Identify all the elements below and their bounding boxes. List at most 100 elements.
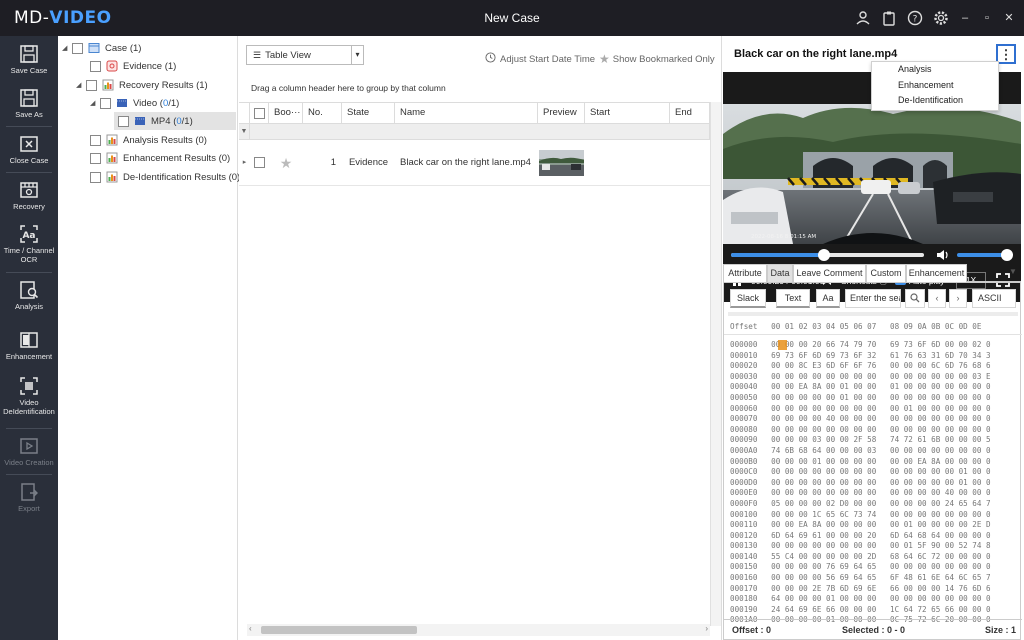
column-header-no[interactable]: No.: [303, 102, 342, 124]
hex-line[interactable]: 000000 00 00 00 20 66 74 79 70 69 73 6F …: [724, 340, 1022, 351]
hex-horizontal-scrollbar[interactable]: [728, 312, 1018, 316]
tree-node-case[interactable]: ◢ Case (1): [62, 39, 141, 57]
hex-data-lines[interactable]: 000000 00 00 00 20 66 74 79 70 69 73 6F …: [724, 340, 1022, 626]
tab-data[interactable]: Data: [767, 264, 793, 282]
volume-icon[interactable]: [936, 249, 950, 264]
filter-icon[interactable]: ▼: [239, 124, 250, 140]
hex-search-input[interactable]: Enter the sea: [845, 289, 901, 308]
column-header-preview[interactable]: Preview: [538, 102, 585, 124]
hex-line[interactable]: 000030 00 00 00 00 00 00 00 00 00 00 00 …: [724, 372, 1022, 383]
checkbox[interactable]: [90, 152, 101, 164]
hex-line[interactable]: 000140 55 C4 00 00 00 00 00 2D 68 64 6C …: [724, 552, 1022, 563]
checkbox[interactable]: [90, 171, 101, 183]
row-checkbox[interactable]: [254, 156, 265, 168]
hex-line[interactable]: 000070 00 00 00 00 40 00 00 00 00 00 00 …: [724, 414, 1022, 425]
hex-line[interactable]: 0000D0 00 00 00 00 00 00 00 00 00 00 00 …: [724, 478, 1022, 489]
tab-leave-comment[interactable]: Leave Comment: [793, 264, 866, 282]
settings-gear-icon[interactable]: [932, 9, 950, 27]
tree-node-video[interactable]: ◢ Video (0/1): [90, 94, 179, 112]
volume-handle[interactable]: [1001, 249, 1013, 261]
hex-line[interactable]: 000060 00 00 00 00 00 00 00 00 00 01 00 …: [724, 404, 1022, 415]
analysis-button[interactable]: Analysis: [0, 280, 58, 311]
select-all-checkbox-header[interactable]: [250, 102, 269, 124]
search-icon[interactable]: [905, 289, 925, 308]
tabs-overflow-dropdown-icon[interactable]: ▼: [1009, 267, 1017, 276]
hex-line[interactable]: 0000B0 00 00 00 01 00 00 00 00 00 00 EA …: [724, 457, 1022, 468]
select-all-checkbox[interactable]: [254, 108, 265, 119]
column-header-start[interactable]: Start: [585, 102, 670, 124]
close-window-button[interactable]: ✕: [1002, 11, 1016, 25]
table-horizontal-scrollbar[interactable]: ‹ ›: [247, 624, 710, 636]
recovery-button[interactable]: Recovery: [0, 180, 58, 211]
hex-line[interactable]: 000010 69 73 6F 6D 69 73 6F 32 61 76 63 …: [724, 351, 1022, 362]
enhancement-button[interactable]: Enhancement: [0, 330, 58, 361]
help-icon[interactable]: ?: [906, 9, 924, 27]
hex-line[interactable]: 0000A0 74 6B 68 64 00 00 00 03 00 00 00 …: [724, 446, 1022, 457]
scrollbar-thumb[interactable]: [261, 626, 417, 634]
hex-line[interactable]: 000100 00 00 00 1C 65 6C 73 74 00 00 00 …: [724, 510, 1022, 521]
video-deidentification-button[interactable]: Video DeIdentification: [0, 376, 58, 416]
row-preview-thumbnail[interactable]: [538, 140, 585, 186]
video-creation-button[interactable]: Video Creation: [0, 436, 58, 467]
tab-custom[interactable]: Custom: [866, 264, 906, 282]
hex-line[interactable]: 000110 00 00 EA 8A 00 00 00 00 00 01 00 …: [724, 520, 1022, 531]
menu-item-deidentification[interactable]: De-Identification: [872, 93, 998, 109]
search-previous-icon[interactable]: ‹: [928, 289, 946, 308]
column-header-name[interactable]: Name: [395, 102, 538, 124]
time-channel-ocr-button[interactable]: Aa Time / Channel OCR: [0, 224, 58, 264]
column-header-state[interactable]: State: [342, 102, 395, 124]
close-case-button[interactable]: Close Case: [0, 134, 58, 165]
row-expand-arrow-icon[interactable]: ▸: [239, 140, 250, 186]
adjust-start-date-time-button[interactable]: Adjust Start Date Time: [485, 52, 595, 66]
collapse-arrow-icon[interactable]: ◢: [90, 99, 100, 107]
checkbox[interactable]: [86, 79, 97, 91]
hex-line[interactable]: 000150 00 00 00 00 76 69 64 65 00 00 00 …: [724, 562, 1022, 573]
hex-line[interactable]: 000120 6D 64 69 61 00 00 00 20 6D 64 68 …: [724, 531, 1022, 542]
hex-line[interactable]: 0000E0 00 00 00 00 00 00 00 00 00 00 00 …: [724, 488, 1022, 499]
filter-row[interactable]: [250, 124, 710, 140]
table-vertical-scrollbar[interactable]: [710, 102, 721, 626]
collapse-arrow-icon[interactable]: ◢: [76, 81, 86, 89]
hex-line[interactable]: 000160 00 00 00 00 56 69 64 65 6F 48 61 …: [724, 573, 1022, 584]
show-bookmarked-only-toggle[interactable]: ★ Show Bookmarked Only: [599, 52, 715, 66]
checkbox[interactable]: [72, 42, 83, 54]
export-button[interactable]: Export: [0, 482, 58, 513]
seek-slider[interactable]: [731, 249, 924, 261]
minimize-button[interactable]: ‒: [958, 11, 972, 25]
row-name-cell[interactable]: Black car on the right lane.mp4: [395, 140, 538, 186]
save-case-button[interactable]: Save Case: [0, 44, 58, 75]
menu-item-analysis[interactable]: Analysis: [872, 62, 998, 78]
checkbox[interactable]: [90, 134, 101, 146]
volume-slider[interactable]: [957, 249, 1013, 261]
seek-handle[interactable]: [817, 249, 830, 261]
hex-line[interactable]: 000130 00 00 00 00 00 00 00 00 00 01 5F …: [724, 541, 1022, 552]
text-button[interactable]: Text: [776, 289, 810, 308]
bookmark-star-icon[interactable]: ★: [269, 140, 303, 186]
tree-node-recovery-results[interactable]: ◢ Recovery Results (1): [76, 76, 208, 94]
scroll-right-icon[interactable]: ›: [705, 624, 708, 633]
hex-line[interactable]: 000190 24 64 69 6E 66 00 00 00 1C 64 72 …: [724, 605, 1022, 616]
tree-node-analysis-results[interactable]: Analysis Results (0): [90, 131, 207, 149]
more-options-kebab-icon[interactable]: ⋮: [996, 44, 1016, 64]
tab-attribute[interactable]: Attribute: [723, 264, 767, 282]
hex-cursor-byte[interactable]: [778, 340, 787, 350]
menu-item-enhancement[interactable]: Enhancement: [872, 78, 998, 94]
row-checkbox-cell[interactable]: [250, 140, 269, 186]
hex-line[interactable]: 000080 00 00 00 00 00 00 00 00 00 00 00 …: [724, 425, 1022, 436]
user-icon[interactable]: [854, 9, 872, 27]
view-mode-select[interactable]: ☰ Table View ▾: [246, 45, 364, 65]
hex-line[interactable]: 000090 00 00 00 03 00 00 2F 58 74 72 61 …: [724, 435, 1022, 446]
hex-line[interactable]: 0000F0 05 00 00 00 02 D0 00 00 00 00 00 …: [724, 499, 1022, 510]
tree-node-mp4[interactable]: MP4 (0/1): [114, 112, 236, 130]
column-header-bookmark[interactable]: Boo···: [269, 102, 303, 124]
hex-line[interactable]: 000180 64 00 00 00 01 00 00 00 00 00 00 …: [724, 594, 1022, 605]
maximize-button[interactable]: ▫: [980, 11, 994, 25]
search-next-icon[interactable]: ›: [949, 289, 967, 308]
collapse-arrow-icon[interactable]: ◢: [62, 44, 72, 52]
tree-node-deidentification-results[interactable]: De-Identification Results (0): [90, 168, 240, 186]
tree-node-enhancement-results[interactable]: Enhancement Results (0): [90, 149, 230, 167]
tab-enhancement[interactable]: Enhancement: [906, 264, 967, 282]
clipboard-icon[interactable]: [880, 9, 898, 27]
slack-button[interactable]: Slack: [730, 289, 766, 308]
checkbox[interactable]: [100, 97, 111, 109]
